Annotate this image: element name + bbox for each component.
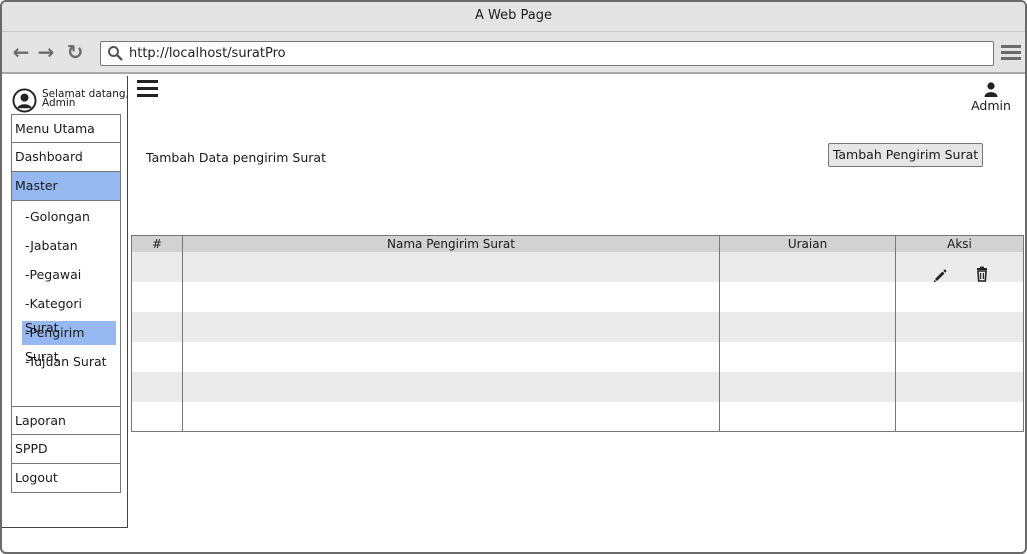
row-aksi-cell bbox=[895, 311, 1024, 342]
row-uraian-cell bbox=[719, 341, 896, 372]
column-header-nama[interactable]: Nama Pengirim Surat bbox=[182, 235, 720, 252]
sidebar-item-menu-utama[interactable]: Menu Utama bbox=[11, 114, 121, 143]
user-menu[interactable]: Admin bbox=[968, 82, 1014, 113]
submenu-item-pegawai[interactable]: -Pegawai bbox=[22, 263, 116, 287]
row-aksi-cell bbox=[895, 401, 1024, 432]
address-bar[interactable]: http://localhost/suratPro bbox=[100, 41, 994, 66]
browser-toolbar: ← → ↻ http://localhost/suratPro bbox=[2, 32, 1025, 74]
submenu-item-kategori-surat[interactable]: -Kategori Surat bbox=[22, 292, 116, 335]
user-icon bbox=[984, 82, 998, 97]
window-title: A Web Page bbox=[2, 2, 1025, 32]
table-row bbox=[131, 371, 1024, 402]
row-aksi-cell bbox=[895, 341, 1024, 372]
sidebar-item-master[interactable]: Master bbox=[11, 172, 121, 201]
row-number-cell bbox=[131, 311, 183, 342]
sidebar-item-logout[interactable]: Logout bbox=[11, 464, 121, 493]
row-number-cell bbox=[131, 341, 183, 372]
sidebar-item-sppd[interactable]: SPPD bbox=[11, 435, 121, 464]
row-uraian-cell bbox=[719, 371, 896, 402]
pengirim-table: # Nama Pengirim Surat Uraian Aksi bbox=[131, 235, 1024, 432]
browser-window: A Web Page ← → ↻ http://localhost/suratP… bbox=[0, 0, 1027, 554]
submenu-item-jabatan[interactable]: -Jabatan bbox=[22, 234, 116, 258]
table-row bbox=[131, 281, 1024, 312]
welcome-user: Admin bbox=[42, 97, 76, 109]
hamburger-menu-icon[interactable] bbox=[137, 80, 158, 98]
table-row bbox=[131, 311, 1024, 342]
search-icon bbox=[108, 46, 123, 61]
row-uraian-cell bbox=[719, 311, 896, 342]
table-header-row: # Nama Pengirim Surat Uraian Aksi bbox=[131, 235, 1024, 252]
page-title: Tambah Data pengirim Surat bbox=[146, 150, 326, 165]
sidebar: Selamat datang, Admin Menu Utama Dashboa… bbox=[2, 76, 129, 528]
sidebar-item-laporan[interactable]: Laporan bbox=[11, 406, 121, 435]
row-nama-cell bbox=[182, 311, 720, 342]
row-uraian-cell bbox=[719, 281, 896, 312]
master-submenu: -Golongan -Jabatan -Pegawai -Kategori Su… bbox=[11, 201, 121, 407]
delete-icon[interactable] bbox=[974, 266, 990, 282]
table-row bbox=[131, 341, 1024, 372]
table-row bbox=[131, 251, 1024, 284]
column-header-number[interactable]: # bbox=[131, 235, 183, 252]
welcome-text: Selamat datang, Admin bbox=[42, 89, 129, 109]
row-uraian-cell bbox=[719, 251, 896, 282]
row-nama-cell bbox=[182, 341, 720, 372]
edit-icon[interactable] bbox=[932, 268, 948, 284]
row-number-cell bbox=[131, 371, 183, 402]
row-number-cell bbox=[131, 251, 183, 282]
forward-arrow-icon[interactable]: → bbox=[35, 40, 57, 64]
row-nama-cell bbox=[182, 251, 720, 282]
submenu-item-tujuan-surat[interactable]: -Tujuan Surat bbox=[22, 350, 116, 374]
submenu-item-pengirim-surat[interactable]: -Pengirim Surat bbox=[22, 321, 116, 364]
url-text: http://localhost/suratPro bbox=[129, 46, 286, 61]
sidebar-menu-bottom: Laporan SPPD Logout bbox=[11, 406, 121, 493]
column-header-uraian[interactable]: Uraian bbox=[719, 235, 896, 252]
table-row bbox=[131, 401, 1024, 432]
user-label: Admin bbox=[971, 98, 1011, 113]
row-nama-cell bbox=[182, 281, 720, 312]
row-nama-cell bbox=[182, 371, 720, 402]
row-number-cell bbox=[131, 401, 183, 432]
add-pengirim-button[interactable]: Tambah Pengirim Surat bbox=[828, 143, 983, 167]
row-number-cell bbox=[131, 281, 183, 312]
back-arrow-icon[interactable]: ← bbox=[10, 40, 32, 64]
browser-menu-icon[interactable] bbox=[1001, 45, 1021, 61]
submenu-item-golongan[interactable]: -Golongan bbox=[22, 205, 116, 229]
row-nama-cell bbox=[182, 401, 720, 432]
row-aksi-cell bbox=[895, 251, 1024, 284]
avatar-icon bbox=[12, 88, 37, 113]
sidebar-item-dashboard[interactable]: Dashboard bbox=[11, 143, 121, 172]
row-aksi-cell bbox=[895, 371, 1024, 402]
row-aksi-cell bbox=[895, 281, 1024, 312]
reload-icon[interactable]: ↻ bbox=[64, 40, 86, 64]
sidebar-menu: Menu Utama Dashboard Master -Golongan -J… bbox=[11, 114, 121, 407]
row-uraian-cell bbox=[719, 401, 896, 432]
column-header-aksi[interactable]: Aksi bbox=[895, 235, 1024, 252]
